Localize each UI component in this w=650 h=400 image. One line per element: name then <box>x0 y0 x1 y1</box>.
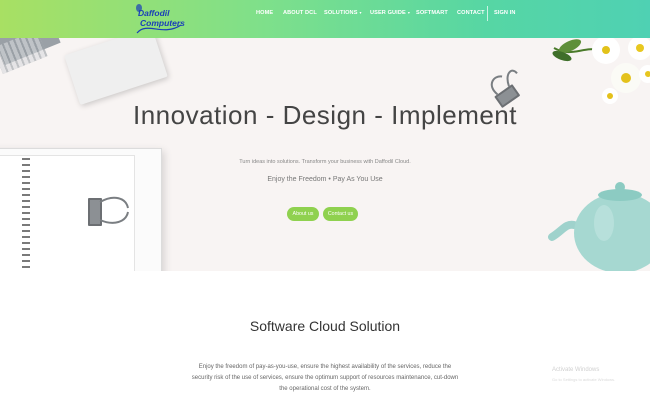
nav-item-about-dcl[interactable]: ABOUT DCL <box>283 10 317 16</box>
hero-subtitle: Turn ideas into solutions. Transform you… <box>239 159 411 165</box>
watermark-line1: Activate Windows <box>552 367 600 373</box>
paper-card-image <box>64 38 168 105</box>
flowers-image <box>552 38 650 104</box>
nav-contact-label: CONTACT <box>457 10 485 16</box>
hero-tagline: Enjoy the Freedom • Pay As You Use <box>267 176 383 183</box>
chevron-down-icon: ▾ <box>407 10 410 15</box>
top-navbar: Daffodil Computers HOME ABOUT DCL SOLUTI… <box>0 0 650 38</box>
nav-item-softmart[interactable]: SOFTMART <box>416 10 448 16</box>
logo-line2: Computers <box>140 18 185 28</box>
nav-solutions-label: SOLUTIONS <box>324 10 358 16</box>
nav-item-contact[interactable]: CONTACT <box>457 10 485 16</box>
nav-softmart-label: SOFTMART <box>416 10 448 16</box>
notebook-spiral-image <box>22 158 30 271</box>
nav-item-home[interactable]: HOME <box>256 10 273 16</box>
hero-banner: Innovation - Design - Implement Turn ide… <box>0 38 650 271</box>
nav-item-user-guide[interactable]: USER GUIDE ▾ <box>370 10 410 16</box>
laptop-keyboard-image <box>0 38 48 74</box>
nav-divider <box>487 6 488 21</box>
section-title: Software Cloud Solution <box>249 318 401 334</box>
contact-us-button[interactable]: Contact us <box>323 207 358 221</box>
nav-about-label: ABOUT DCL <box>283 10 317 16</box>
logo-line1: Daffodil <box>138 8 170 18</box>
about-us-button[interactable]: About us <box>287 207 319 221</box>
nav-item-sign-in[interactable]: SIGN IN <box>494 10 516 16</box>
logo-text: Daffodil Computers <box>138 8 185 28</box>
binder-clip-icon <box>88 196 129 226</box>
nav-home-label: HOME <box>256 10 274 16</box>
chevron-down-icon: ▾ <box>359 10 362 15</box>
nav-user-guide-label: USER GUIDE <box>370 10 406 16</box>
watermark-line2: Go to Settings to activate Windows. <box>552 377 616 382</box>
nav-item-solutions[interactable]: SOLUTIONS ▾ <box>324 10 362 16</box>
section-description: Enjoy the freedom of pay-as-you-use, ens… <box>191 364 459 392</box>
activate-windows-watermark: Activate Windows Go to Settings to activ… <box>552 366 647 384</box>
nav-sign-in-label: SIGN IN <box>494 10 516 16</box>
hero-title: Innovation - Design - Implement <box>132 100 517 130</box>
daffodil-logo[interactable]: Daffodil Computers <box>133 3 185 35</box>
